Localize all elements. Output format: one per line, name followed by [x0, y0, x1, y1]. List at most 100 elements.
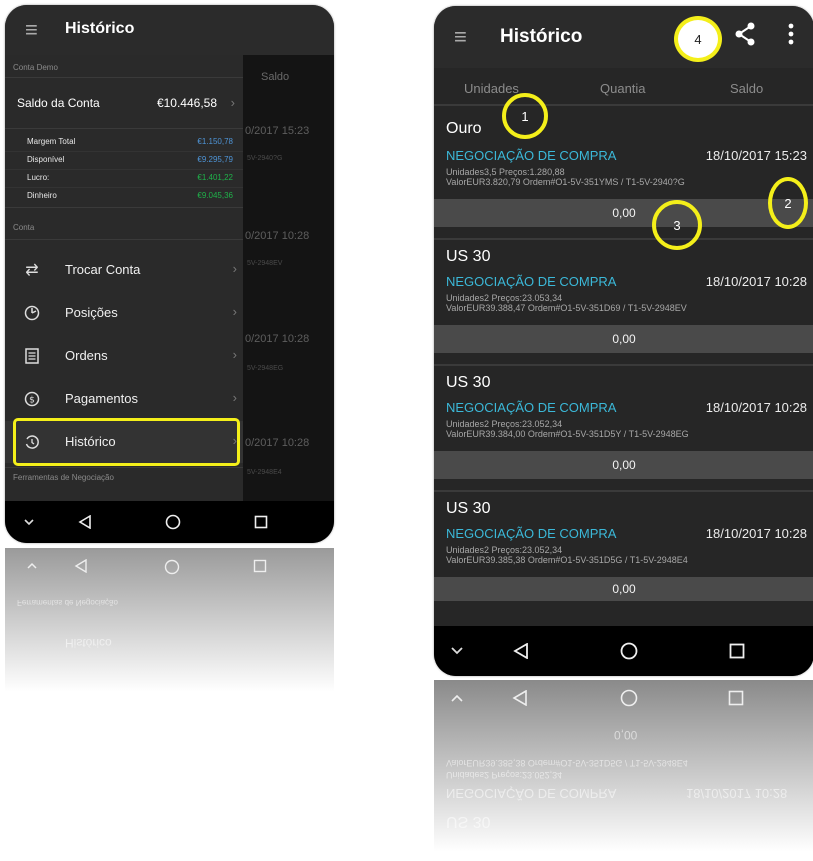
trade-amount: 0,00: [612, 458, 636, 472]
recents-icon[interactable]: [251, 501, 271, 543]
reflection-text: ValorEUR39.385,38 Ordem#O1-5V-351D5G / T…: [446, 758, 688, 768]
left-phone-reflection: Ferramentas de Negociação Histórico: [5, 548, 334, 708]
page-title: Histórico: [65, 20, 135, 37]
home-icon: [620, 689, 638, 707]
trade-units-price: Unidades3,5 Preços:1.280,88: [446, 167, 565, 177]
section-label-demo: Conta Demo: [13, 63, 58, 72]
reflection-text: US 30: [446, 813, 491, 830]
trade-value-order: ValorEUR3.820,79 Ordem#O1-5V-351YMS / T1…: [446, 177, 685, 187]
more-options-icon[interactable]: [788, 23, 794, 50]
balance-label: Saldo da Conta: [17, 96, 100, 110]
background-header: Saldo: [261, 71, 290, 83]
trade-amount: 0,00: [612, 206, 636, 220]
reflection-text: Ferramentas de Negociação: [17, 598, 118, 607]
trade-amount: 0,00: [612, 582, 636, 596]
instrument-name: Ouro: [446, 120, 482, 137]
trade-row[interactable]: US 30 NEGOCIAÇÃO DE COMPRA 18/10/2017 10…: [434, 240, 813, 364]
reflection-text: Unidades2 Preços:23.052,34: [446, 770, 563, 780]
trade-units-price: Unidades2 Preços:23.052,34: [446, 545, 563, 555]
callout-4: 4: [674, 16, 722, 62]
background-date: 0/2017 15:23: [245, 125, 310, 137]
home-icon: [164, 559, 180, 575]
stat-label: Disponível: [27, 155, 65, 164]
column-header-units[interactable]: Unidades: [464, 81, 519, 96]
chevron-down-icon[interactable]: [19, 501, 39, 543]
callout-3: 3: [652, 200, 702, 250]
chevron-right-icon: ›: [232, 261, 237, 276]
background-code: 5V-2948E4: [247, 469, 282, 476]
back-icon[interactable]: [75, 501, 95, 543]
swap-icon: ⇄: [25, 262, 39, 279]
back-icon[interactable]: [510, 626, 532, 676]
reflection-text: 18/10/2017 10:28: [686, 786, 788, 801]
menu-icon[interactable]: ≡: [25, 19, 38, 41]
menu-item-trocar-conta[interactable]: ⇄ Trocar Conta ›: [5, 249, 243, 291]
home-icon[interactable]: [618, 626, 640, 676]
trade-row[interactable]: Ouro NEGOCIAÇÃO DE COMPRA 18/10/2017 15:…: [434, 106, 813, 238]
recents-icon[interactable]: [726, 626, 748, 676]
menu-item-label: Posições: [65, 305, 118, 320]
clock-icon: [21, 302, 43, 324]
stat-value: €9.295,79: [197, 155, 233, 164]
trade-date: 18/10/2017 10:28: [705, 400, 807, 415]
chevron-up-icon: [451, 694, 463, 702]
trade-type: NEGOCIAÇÃO DE COMPRA: [446, 148, 617, 163]
recents-icon: [253, 559, 267, 573]
chevron-down-icon[interactable]: [446, 626, 468, 676]
history-list: Unidades Quantia Saldo Ouro NEGOCIAÇÃO D…: [434, 68, 813, 626]
instrument-name: US 30: [446, 248, 491, 265]
menu-item-label: Pagamentos: [65, 391, 138, 406]
menu-item-label: Ordens: [65, 348, 108, 363]
trade-type: NEGOCIAÇÃO DE COMPRA: [446, 274, 617, 289]
reflection-text: NEGOCIAÇÃO DE COMPRA: [446, 786, 617, 801]
stat-label: Margem Total: [27, 137, 76, 146]
trade-date: 18/10/2017 10:28: [705, 274, 807, 289]
account-balance-row[interactable]: Saldo da Conta €10.446,58 ›: [5, 78, 243, 128]
trade-row[interactable]: US 30 NEGOCIAÇÃO DE COMPRA 18/10/2017 10…: [434, 492, 813, 626]
recents-icon: [728, 690, 744, 706]
column-header-balance[interactable]: Saldo: [730, 81, 763, 96]
menu-item-pagamentos[interactable]: $ Pagamentos ›: [5, 378, 243, 420]
system-nav-bar: [434, 626, 813, 676]
chevron-up-icon: [27, 562, 37, 569]
stat-value: €1.401,22: [197, 173, 233, 182]
callout-1: 1: [502, 93, 548, 139]
home-icon[interactable]: [163, 501, 183, 543]
background-date: 0/2017 10:28: [245, 333, 310, 345]
section-label-account: Conta: [13, 223, 35, 232]
system-nav-bar: [5, 501, 334, 543]
historico-highlight: [13, 418, 240, 466]
menu-icon[interactable]: ≡: [454, 26, 467, 48]
callout-2: 2: [768, 177, 808, 229]
share-icon[interactable]: [734, 22, 756, 51]
stat-value: €9.045,36: [197, 191, 233, 200]
document-icon: [21, 345, 43, 367]
trade-type: NEGOCIAÇÃO DE COMPRA: [446, 526, 617, 541]
chevron-right-icon: ›: [232, 304, 237, 319]
column-header-amount[interactable]: Quantia: [600, 81, 646, 96]
reflection-text: 0,00: [614, 728, 638, 742]
background-date: 0/2017 10:28: [245, 437, 310, 449]
instrument-name: US 30: [446, 500, 491, 517]
trade-date: 18/10/2017 10:28: [705, 526, 807, 541]
chevron-right-icon: ›: [230, 95, 235, 110]
reflection-text: Histórico: [65, 636, 112, 650]
left-phone: ≡ Histórico Saldo 0/2017 15:23 5V-2940?G…: [5, 5, 334, 543]
svg-text:$: $: [29, 396, 35, 406]
menu-item-ordens[interactable]: Ordens ›: [5, 335, 243, 377]
background-code: 5V-2940?G: [247, 155, 283, 162]
menu-item-label: Trocar Conta: [65, 262, 141, 277]
right-phone-reflection: 0,00 ValorEUR39.385,38 Ordem#O1-5V-351D5…: [434, 680, 813, 861]
app-bar: ≡ Histórico: [5, 5, 334, 55]
background-code: 5V-2948EV: [247, 260, 283, 267]
trade-row[interactable]: US 30 NEGOCIAÇÃO DE COMPRA 18/10/2017 10…: [434, 366, 813, 490]
instrument-name: US 30: [446, 374, 491, 391]
chevron-right-icon: ›: [232, 347, 237, 362]
trade-units-price: Unidades2 Preços:23.052,34: [446, 419, 563, 429]
menu-item-posicoes[interactable]: Posições ›: [5, 292, 243, 334]
background-code: 5V-2948EG: [247, 365, 284, 372]
page-title: Histórico: [500, 26, 583, 47]
trade-units-price: Unidades2 Preços:23.053,34: [446, 293, 563, 303]
app-bar: ≡ Histórico: [434, 6, 813, 68]
right-phone: ≡ Histórico Unidades Quantia Saldo Ouro …: [434, 6, 813, 676]
